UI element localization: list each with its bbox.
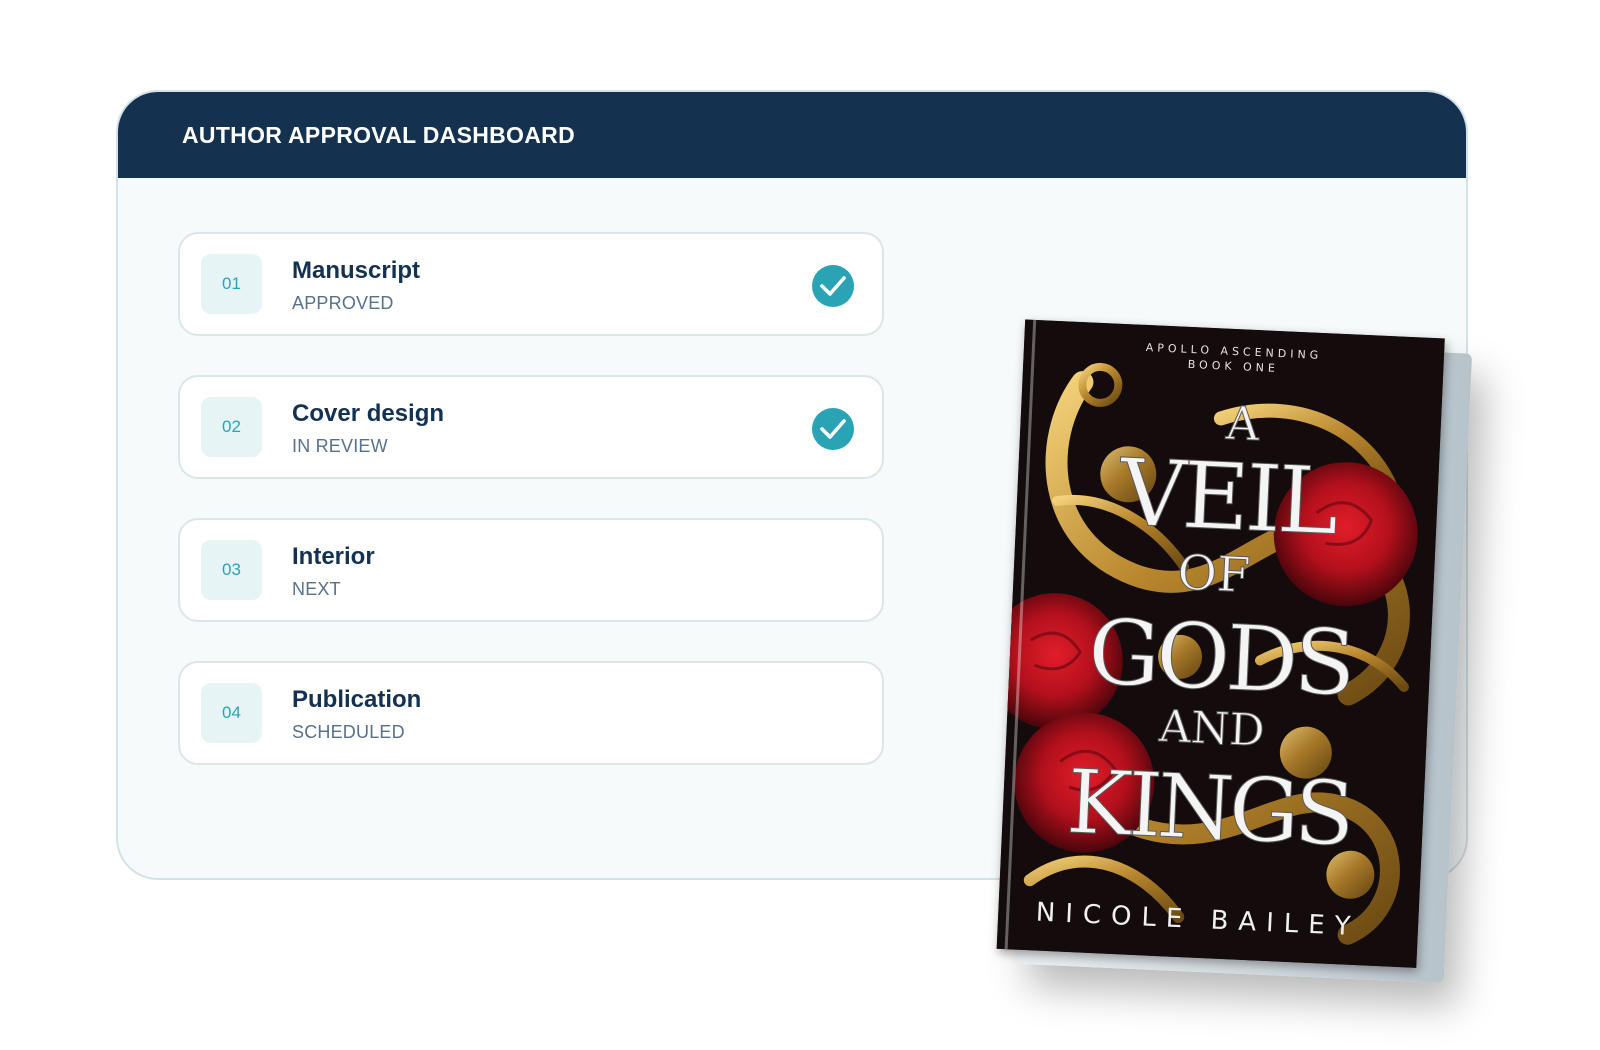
step-publication[interactable]: 04 Publication SCHEDULED	[178, 661, 884, 765]
step-text: Cover design IN REVIEW	[292, 399, 444, 457]
step-number: 03	[201, 540, 262, 600]
book-mockup: APOLLO ASCENDING BOOK ONE A VEIL OF GODS…	[995, 319, 1504, 1000]
book-title-line-2: VEIL	[1117, 439, 1340, 556]
step-number: 04	[201, 683, 262, 743]
step-number: 02	[201, 397, 262, 457]
check-circle-icon	[812, 408, 854, 450]
book-cover: APOLLO ASCENDING BOOK ONE A VEIL OF GODS…	[996, 319, 1445, 968]
step-interior[interactable]: 03 Interior NEXT	[178, 518, 884, 622]
step-title: Publication	[292, 686, 422, 713]
approval-steps-list: 01 Manuscript APPROVED 02 Cover design I…	[178, 232, 884, 804]
check-circle-icon	[812, 265, 854, 307]
step-title: Manuscript	[292, 257, 421, 284]
book-title-line-4: GODS	[1086, 600, 1354, 717]
step-text: Manuscript APPROVED	[292, 256, 420, 314]
step-cover-design[interactable]: 02 Cover design IN REVIEW	[178, 375, 884, 479]
step-title: Interior	[292, 543, 375, 570]
book-title-line-5: AND	[1157, 701, 1266, 757]
step-text: Interior NEXT	[292, 542, 375, 600]
dashboard-title: AUTHOR APPROVAL DASHBOARD	[182, 121, 575, 148]
book-title-line-3: OF	[1176, 545, 1251, 604]
step-manuscript[interactable]: 01 Manuscript APPROVED	[178, 232, 884, 336]
step-status: APPROVED	[292, 293, 394, 313]
step-status: SCHEDULED	[292, 722, 405, 742]
book-title-line-1: A	[1224, 396, 1261, 452]
step-status: NEXT	[292, 579, 341, 599]
book-cover-art: APOLLO ASCENDING BOOK ONE A VEIL OF GODS…	[996, 319, 1445, 968]
step-text: Publication SCHEDULED	[292, 685, 421, 743]
step-status: IN REVIEW	[292, 436, 388, 456]
book-title-line-6: KINGS	[1065, 750, 1352, 866]
stage: AUTHOR APPROVAL DASHBOARD 01 Manuscript …	[0, 0, 1600, 1050]
step-number: 01	[201, 254, 262, 314]
dashboard-header: AUTHOR APPROVAL DASHBOARD	[118, 92, 1466, 178]
step-title: Cover design	[292, 400, 445, 427]
